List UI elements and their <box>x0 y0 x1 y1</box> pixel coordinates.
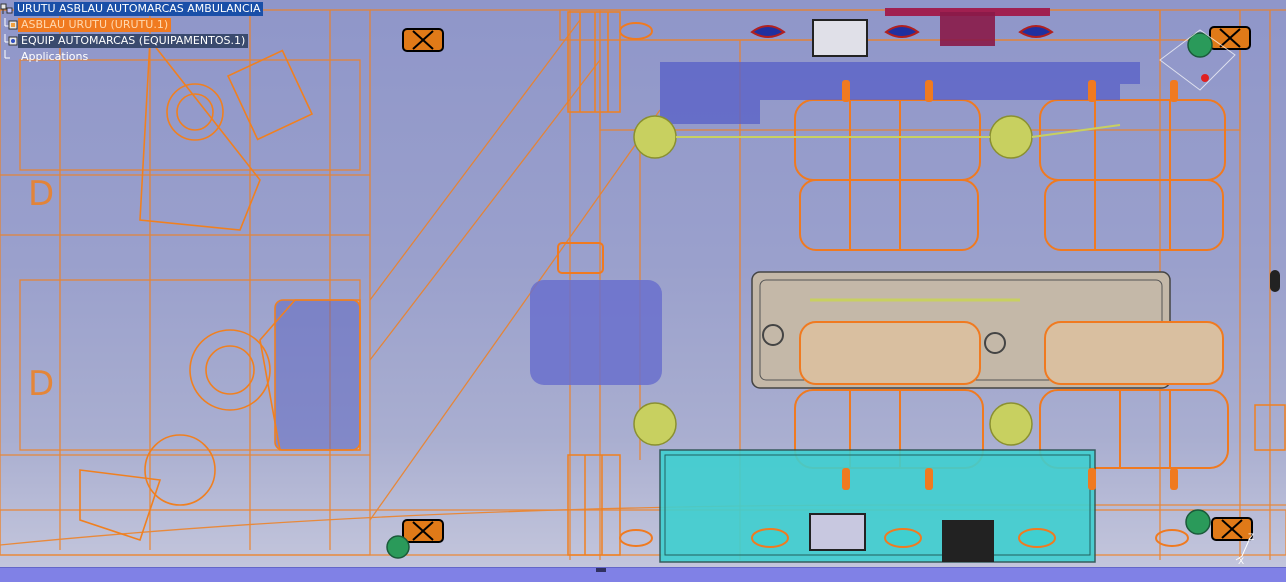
compass-axis-z: Z <box>1248 533 1254 543</box>
tree-item-equip-automarcas[interactable]: EQUIP AUTOMARCAS (EQUIPAMENTOS.1) <box>4 32 249 49</box>
part-icon <box>4 17 18 32</box>
status-bar <box>0 567 1286 582</box>
tree-root-label: URUTU ASBLAU AUTOMARCAS AMBULANCIA <box>14 1 264 16</box>
compass-axis-x: X <box>1238 557 1244 566</box>
ambulance-wireframe-scene: D D <box>0 8 1286 563</box>
3d-viewport[interactable]: D D URUTU ASBLAU AUTOMARCAS AMBULANCIA A… <box>0 0 1286 567</box>
product-icon <box>4 33 18 48</box>
wireframe-letter-d: D <box>28 364 54 404</box>
tree-root[interactable]: URUTU ASBLAU AUTOMARCAS AMBULANCIA <box>0 0 264 17</box>
tree-item-label: ASBLAU URUTU (URUTU.1) <box>18 17 172 32</box>
tree-item-label: EQUIP AUTOMARCAS (EQUIPAMENTOS.1) <box>18 33 249 48</box>
wireframe-letter-d: D <box>28 174 54 214</box>
axis-compass[interactable]: Z X <box>1232 530 1262 566</box>
tree-item-asblau-urutu[interactable]: ASBLAU URUTU (URUTU.1) <box>4 16 172 33</box>
assembly-icon <box>0 2 14 16</box>
status-bar-notch <box>596 568 606 572</box>
tree-item-applications[interactable]: Applications <box>4 48 91 65</box>
applications-icon <box>4 49 18 64</box>
tree-item-label: Applications <box>21 49 89 63</box>
